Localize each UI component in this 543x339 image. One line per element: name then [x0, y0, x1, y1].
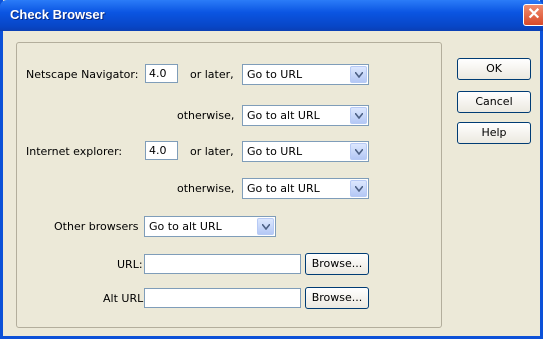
alt-url-input[interactable]: [144, 288, 301, 308]
url-input[interactable]: [144, 254, 301, 274]
chevron-down-icon[interactable]: [350, 66, 367, 83]
ie-otherwise-value: Go to alt URL: [247, 182, 320, 195]
netscape-action-value: Go to URL: [247, 68, 303, 81]
ie-label: Internet explorer:: [26, 145, 123, 158]
dialog-title: Check Browser: [10, 7, 105, 22]
ie-otherwise-select[interactable]: Go to alt URL: [242, 178, 369, 199]
chevron-down-icon[interactable]: [350, 180, 367, 197]
close-button[interactable]: ✕: [523, 4, 543, 26]
title-bar[interactable]: Check Browser ✕: [0, 0, 543, 31]
other-browsers-select[interactable]: Go to alt URL: [144, 216, 276, 237]
netscape-otherwise-value: Go to alt URL: [247, 109, 320, 122]
ie-action-select[interactable]: Go to URL: [242, 141, 369, 162]
help-button[interactable]: Help: [457, 122, 531, 144]
ie-or-later-label: or later,: [190, 145, 234, 158]
other-browsers-label: Other browsers: [54, 220, 139, 233]
alt-url-browse-button[interactable]: Browse...: [305, 287, 369, 309]
ie-otherwise-label: otherwise,: [177, 182, 235, 195]
close-icon: ✕: [527, 6, 541, 23]
netscape-otherwise-select[interactable]: Go to alt URL: [242, 105, 369, 126]
netscape-version-input[interactable]: 4.0: [145, 64, 178, 83]
netscape-label: Netscape Navigator:: [26, 68, 139, 81]
settings-panel: Netscape Navigator: 4.0 or later, Go to …: [16, 42, 442, 328]
chevron-down-icon[interactable]: [350, 107, 367, 124]
other-browsers-value: Go to alt URL: [149, 220, 222, 233]
ie-version-input[interactable]: 4.0: [145, 141, 178, 160]
ie-action-value: Go to URL: [247, 145, 303, 158]
check-browser-dialog: Check Browser ✕ Netscape Navigator: 4.0 …: [0, 0, 543, 339]
netscape-action-select[interactable]: Go to URL: [242, 64, 369, 85]
ok-button[interactable]: OK: [457, 58, 531, 80]
cancel-button[interactable]: Cancel: [457, 91, 531, 113]
chevron-down-icon[interactable]: [257, 218, 274, 235]
url-label: URL:: [117, 258, 143, 271]
chevron-down-icon[interactable]: [350, 143, 367, 160]
url-browse-button[interactable]: Browse...: [305, 253, 369, 275]
netscape-or-later-label: or later,: [190, 68, 234, 81]
alt-url-label: Alt URL:: [103, 292, 147, 305]
netscape-otherwise-label: otherwise,: [177, 109, 235, 122]
